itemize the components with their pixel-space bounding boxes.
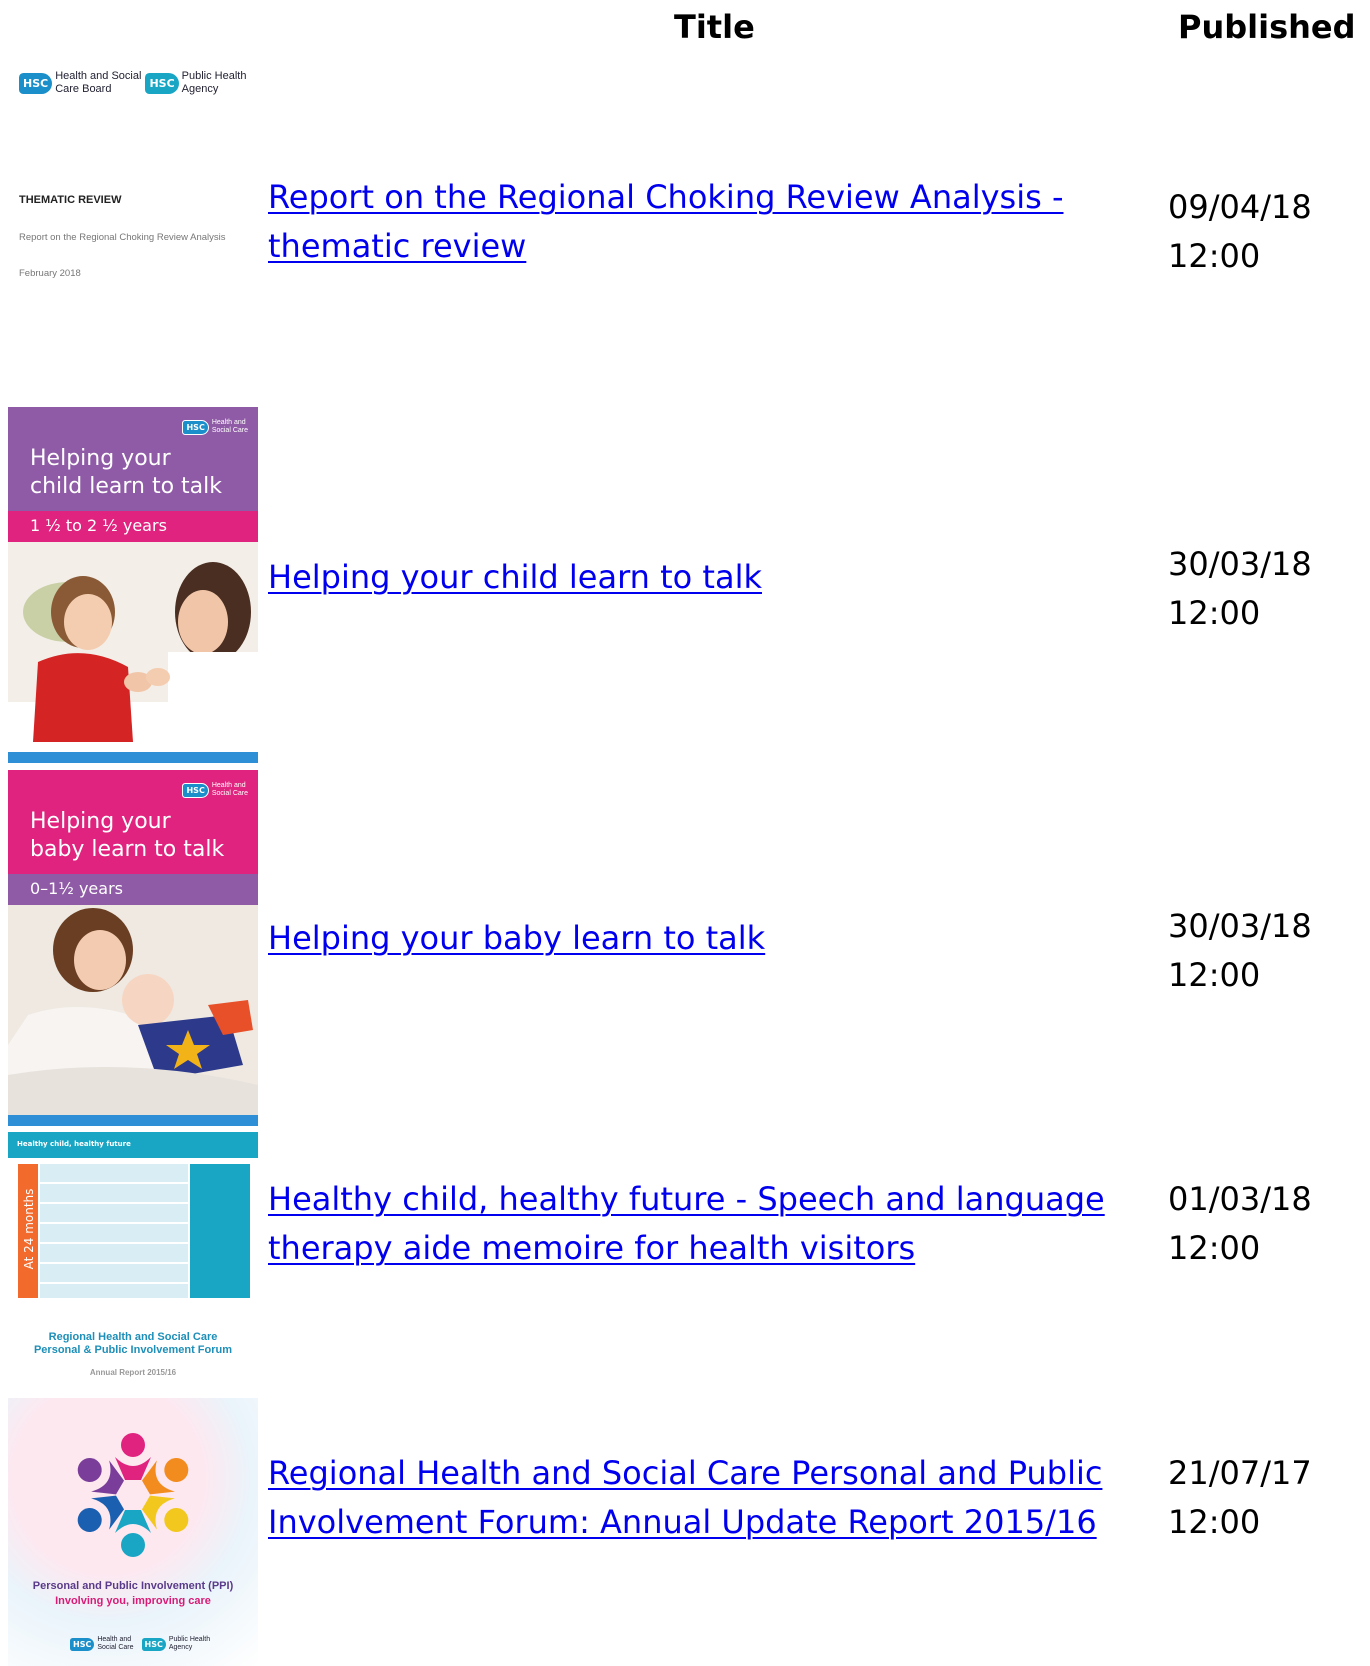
aide-memoire-options-panel <box>190 1164 250 1298</box>
logo-line: Health and Social <box>55 70 142 82</box>
leaflet-title: Helping your child learn to talk <box>30 445 222 501</box>
document-thumbnail[interactable]: HSC Health and Social Care Board HSC Pub… <box>8 60 258 380</box>
hsc-logo-text: Public Health Agency <box>169 1636 210 1652</box>
report-heading-line: Personal & Public Involvement Forum <box>33 1344 233 1356</box>
aide-memoire-header-text: Healthy child, healthy future <box>17 1140 131 1148</box>
published-time: 12:00 <box>1168 1229 1261 1267</box>
report-heading: Regional Health and Social Care Personal… <box>8 1331 258 1357</box>
hsc-logo: HSC Health and Social Care <box>182 782 248 798</box>
hsc-logo-text: Health and Social Care <box>212 419 248 435</box>
logo-line: Health and <box>211 419 246 426</box>
age-band-label: 0–1½ years <box>30 879 123 898</box>
hsc-logos: HSC Health and Social Care HSC Public He… <box>70 1636 210 1652</box>
published-date: 30/03/18 <box>1168 907 1312 945</box>
published-cell: 30/03/18 12:00 <box>1168 902 1348 1000</box>
hsc-logo-mark: HSC <box>145 72 179 94</box>
published-time: 12:00 <box>1168 956 1261 994</box>
document-thumbnail[interactable]: HSC Health and Social Care Helping your … <box>8 407 258 763</box>
public-health-agency-logo: HSC Public Health Agency <box>141 1636 210 1652</box>
logo-line: Social Care <box>211 427 248 434</box>
age-band-label: 1 ½ to 2 ½ years <box>30 516 167 535</box>
public-health-agency-logo: HSC Public Health Agency <box>145 70 246 96</box>
published-cell: 01/03/18 12:00 <box>1168 1175 1348 1273</box>
hsc-logo-text: Health and Social Care <box>97 1636 133 1652</box>
published-cell: 09/04/18 12:00 <box>1168 183 1348 281</box>
ppi-people-circle-icon <box>77 1433 189 1557</box>
hsc-logo-text: Health and Social Care Board <box>55 70 141 96</box>
published-time: 12:00 <box>1168 594 1261 632</box>
published-cell: 21/07/17 12:00 <box>1168 1449 1348 1547</box>
hsc-logo-text: Health and Social Care <box>212 782 248 798</box>
published-cell: 30/03/18 12:00 <box>1168 540 1348 638</box>
hsc-logo: HSC Health and Social Care <box>182 419 248 435</box>
logo-line: Social Care <box>211 790 248 797</box>
logo-line: Public Health <box>181 70 247 82</box>
age-band: 0–1½ years <box>8 874 258 905</box>
logo-line: Public Health <box>168 1636 211 1643</box>
hsc-logo-mark: HSC <box>182 419 209 435</box>
hsc-logos: HSC Health and Social Care Board HSC Pub… <box>19 70 246 96</box>
ppi-tagline: Personal and Public Involvement (PPI) <box>32 1580 234 1592</box>
column-header-title: Title <box>674 8 755 46</box>
published-time: 12:00 <box>1168 1503 1261 1541</box>
hsc-logo-text: Public Health Agency <box>182 70 247 96</box>
published-time: 12:00 <box>1168 237 1261 275</box>
logo-line: Health and <box>211 782 246 789</box>
leaflet-title-line: Helping your <box>30 809 171 834</box>
hsc-logo-mark: HSC <box>141 1637 166 1651</box>
age-side-band: At 24 months <box>18 1164 38 1298</box>
ppi-slogan: Involving you, improving care <box>55 1595 211 1607</box>
mother-and-child-photo <box>8 542 258 752</box>
document-thumbnail[interactable]: Regional Health and Social Care Personal… <box>8 1320 258 1666</box>
thumbnail-heading: THEMATIC REVIEW <box>19 194 122 206</box>
leaflet-title-line: baby learn to talk <box>30 837 225 862</box>
logo-line: Care Board <box>55 83 112 95</box>
document-title-link[interactable]: Regional Health and Social Care Personal… <box>268 1449 1118 1547</box>
document-title-link[interactable]: Report on the Regional Choking Review An… <box>268 173 1118 271</box>
published-date: 01/03/18 <box>1168 1180 1312 1218</box>
leaflet-title-line: Helping your <box>30 446 171 471</box>
aide-memoire-header: Healthy child, healthy future <box>8 1132 258 1158</box>
leaflet-footer-stripe <box>8 1115 258 1126</box>
document-title-link[interactable]: Helping your child learn to talk <box>268 553 1118 602</box>
published-date: 21/07/17 <box>1168 1454 1312 1492</box>
hsc-logo-mark: HSC <box>19 72 53 94</box>
document-title-link[interactable]: Healthy child, healthy future - Speech a… <box>268 1175 1118 1273</box>
leaflet-footer-stripe <box>8 752 258 763</box>
age-side-label: At 24 months <box>22 1188 36 1270</box>
leaflet-title: Helping your baby learn to talk <box>30 808 224 864</box>
logo-line: Agency <box>168 1644 193 1651</box>
document-title-link[interactable]: Helping your baby learn to talk <box>268 914 1118 963</box>
document-thumbnail[interactable]: Healthy child, healthy future At 24 mont… <box>8 1132 258 1303</box>
document-thumbnail[interactable]: HSC Health and Social Care Helping your … <box>8 770 258 1126</box>
report-heading-line: Regional Health and Social Care <box>48 1331 218 1343</box>
logo-line: Agency <box>181 83 219 95</box>
hsc-logo: HSC Health and Social Care <box>70 1636 134 1652</box>
column-header-published: Published <box>1178 8 1356 46</box>
mother-reading-to-baby-photo <box>8 905 258 1115</box>
age-band: 1 ½ to 2 ½ years <box>8 511 258 542</box>
hsc-board-logo: HSC Health and Social Care Board <box>19 70 141 96</box>
logo-line: Social Care <box>97 1644 134 1651</box>
published-date: 09/04/18 <box>1168 188 1312 226</box>
thumbnail-subtitle: Report on the Regional Choking Review An… <box>19 232 226 243</box>
logo-line: Health and <box>97 1636 132 1643</box>
thumbnail-date: February 2018 <box>19 268 81 279</box>
report-subheading: Annual Report 2015/16 <box>89 1368 177 1377</box>
hsc-logo-mark: HSC <box>70 1637 95 1651</box>
hsc-logo-mark: HSC <box>182 782 209 798</box>
published-date: 30/03/18 <box>1168 545 1312 583</box>
leaflet-title-line: child learn to talk <box>30 474 222 499</box>
aide-memoire-table <box>40 1164 188 1298</box>
